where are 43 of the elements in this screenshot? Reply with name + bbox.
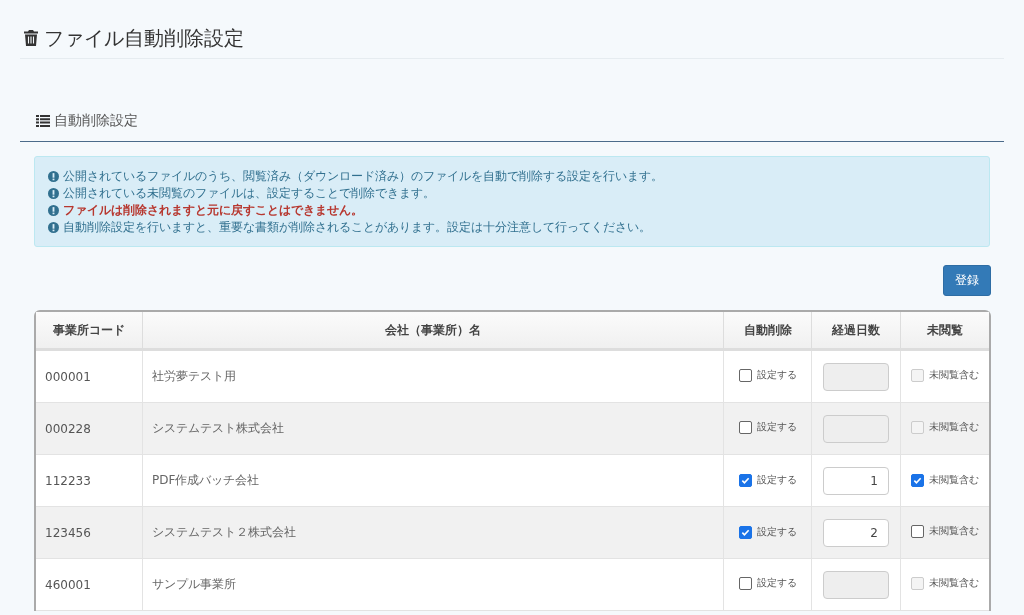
list-icon — [36, 115, 50, 127]
checkbox[interactable] — [738, 420, 752, 434]
notice-text: 公開されている未閲覧のファイルは、設定することで削除できます。 — [63, 185, 435, 202]
exclamation-icon — [48, 222, 59, 233]
exclamation-icon — [48, 188, 59, 199]
trash-icon — [24, 30, 38, 46]
checkbox-label: 未閲覧含む — [929, 576, 979, 591]
checkbox[interactable] — [911, 473, 924, 487]
column-header: 自動削除 — [724, 312, 812, 351]
days-input[interactable]: 1 — [823, 466, 889, 495]
checkbox[interactable] — [738, 368, 752, 382]
column-header: 事業所コード — [36, 312, 143, 351]
checkbox-label: 設定する — [756, 473, 797, 488]
table-cell: 460001 — [36, 559, 143, 611]
days-input[interactable]: 2 — [823, 518, 889, 547]
table-cell: 000228 — [36, 403, 143, 455]
notice-text: 自動削除設定を行いますと、重要な書類が削除されることがあります。設定は十分注意して行ってください。 — [63, 219, 651, 236]
page-title: ファイル自動削除設定 — [44, 24, 244, 52]
checkbox-label: 未閲覧含む — [929, 420, 979, 435]
checkbox-label: 設定する — [756, 525, 797, 540]
exclamation-icon — [48, 205, 59, 216]
checkbox-label: 設定する — [756, 576, 797, 591]
exclamation-icon — [48, 171, 59, 182]
checkbox-label: 設定する — [756, 420, 797, 435]
notice-text: ファイルは削除されますと元に戻すことはできません。 — [63, 202, 363, 219]
column-header: 経過日数 — [812, 312, 901, 351]
table-cell: 123456 — [36, 507, 143, 559]
column-header: 未閲覧 — [901, 312, 989, 351]
checkbox-label: 未閲覧含む — [929, 368, 979, 383]
section-title: 自動削除設定 — [54, 112, 138, 130]
table-cell: システムテスト株式会社 — [143, 403, 724, 455]
table-cell: システムテスト２株式会社 — [143, 507, 724, 559]
checkbox-label: 未閲覧含む — [929, 524, 979, 539]
notice-text: 公開されているファイルのうち、閲覧済み（ダウンロード済み）のファイルを自動で削除する設定を行います。 — [63, 168, 663, 185]
checkbox[interactable] — [738, 576, 752, 590]
checkbox-label: 未閲覧含む — [929, 473, 979, 488]
checkbox[interactable] — [738, 525, 752, 539]
checkbox[interactable] — [911, 524, 924, 538]
column-header: 会社（事業所）名 — [143, 312, 724, 351]
checkbox[interactable] — [738, 473, 752, 487]
table-cell: サンプル事業所 — [143, 559, 724, 611]
checkbox-label: 設定する — [756, 368, 797, 383]
register-button[interactable]: 登録 — [943, 265, 991, 296]
